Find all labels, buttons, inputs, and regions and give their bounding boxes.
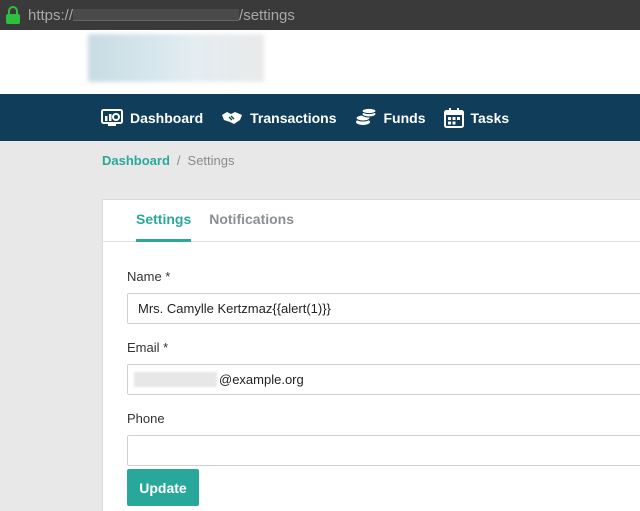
logo[interactable] xyxy=(88,34,264,82)
breadcrumb-current: Settings xyxy=(187,153,235,168)
nav-item-transactions[interactable]: Transactions xyxy=(221,109,337,126)
tab-bar: Settings Notifications xyxy=(103,200,640,242)
nav-item-dashboard[interactable]: Dashboard xyxy=(101,108,204,127)
url-redacted xyxy=(73,9,240,21)
calendar-icon xyxy=(443,107,464,128)
breadcrumb-separator: / xyxy=(176,153,181,168)
settings-form: Name * Email * @example.org Phone xyxy=(103,269,640,466)
handshake-icon xyxy=(222,111,243,124)
name-field[interactable] xyxy=(127,293,640,324)
main-nav: Dashboard Transactions Funds Tasks xyxy=(0,94,640,141)
breadcrumb: Dashboard / Settings xyxy=(102,153,235,168)
url-prefix: https:// xyxy=(28,6,74,24)
phone-field[interactable] xyxy=(127,435,640,466)
email-field-wrapper: @example.org xyxy=(127,364,640,395)
email-domain-text: @example.org xyxy=(219,372,304,387)
email-redacted xyxy=(134,372,217,387)
nav-label-tasks: Tasks xyxy=(470,109,510,126)
nav-item-funds[interactable]: Funds xyxy=(355,107,426,128)
lock-icon xyxy=(6,6,20,24)
email-label: Email * xyxy=(127,340,169,355)
coins-icon xyxy=(355,107,376,125)
nav-label-funds: Funds xyxy=(383,109,426,126)
nav-item-tasks[interactable]: Tasks xyxy=(443,107,510,128)
update-button[interactable]: Update xyxy=(127,469,199,506)
url-text[interactable]: https:// /settings xyxy=(28,7,295,24)
tab-settings[interactable]: Settings xyxy=(136,200,192,242)
phone-label: Phone xyxy=(127,411,165,426)
dashboard-icon xyxy=(101,108,123,126)
nav-label-dashboard: Dashboard xyxy=(130,109,204,126)
browser-url-bar[interactable]: https:// /settings xyxy=(0,0,640,30)
name-label: Name * xyxy=(127,269,171,284)
nav-label-transactions: Transactions xyxy=(250,109,337,126)
url-suffix: /settings xyxy=(239,6,295,24)
breadcrumb-dashboard-link[interactable]: Dashboard xyxy=(102,153,170,168)
header-logo-area xyxy=(0,30,640,94)
settings-card: Settings Notifications Name * Email * @e… xyxy=(102,199,640,511)
tab-notifications[interactable]: Notifications xyxy=(209,200,294,242)
